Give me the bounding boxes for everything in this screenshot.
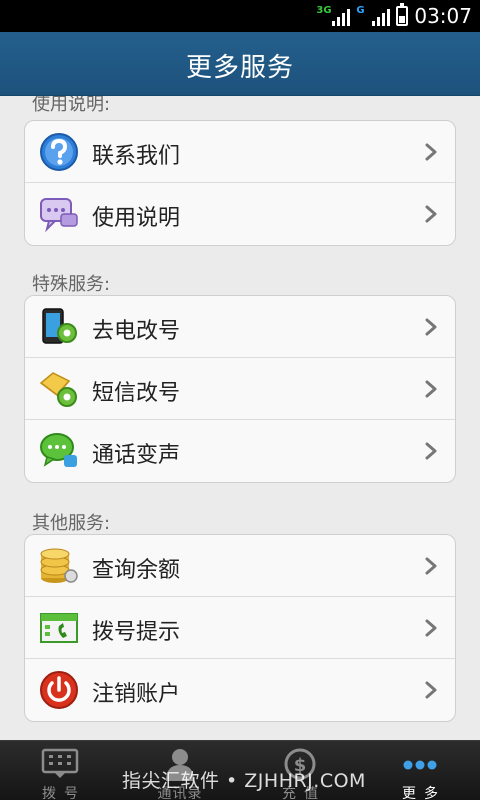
signal-3g-icon: 3G bbox=[316, 5, 351, 27]
section-card: 去电改号 短信改号 通话变声 bbox=[24, 295, 456, 483]
help-question-icon bbox=[40, 133, 78, 171]
chevron-right-icon bbox=[425, 380, 437, 398]
signal-g-icon: G bbox=[356, 5, 391, 27]
dialpad-icon bbox=[41, 748, 79, 778]
menu-item-label: 短信改号 bbox=[92, 381, 181, 406]
menu-item-voice-changer[interactable]: 通话变声 bbox=[25, 420, 455, 482]
envelope-gear-icon bbox=[39, 372, 77, 407]
watermark-text: 指尖汇软件 • ZJHHRJ.COM bbox=[122, 770, 366, 792]
menu-item-contact-us[interactable]: 联系我们 bbox=[25, 121, 455, 183]
tab-label: 更多 bbox=[402, 786, 446, 800]
battery-icon bbox=[396, 3, 409, 26]
chevron-right-icon bbox=[425, 143, 437, 161]
menu-item-label: 注销账户 bbox=[92, 682, 181, 707]
menu-item-check-balance[interactable]: 查询余额 bbox=[25, 535, 455, 597]
chevron-right-icon bbox=[425, 557, 437, 575]
coins-icon bbox=[40, 548, 78, 583]
menu-item-label: 拨号提示 bbox=[92, 620, 181, 645]
section-title: 特殊服务: bbox=[32, 274, 111, 295]
menu-item-label: 去电改号 bbox=[92, 319, 181, 344]
menu-item-dial-prompt[interactable]: 拨号提示 bbox=[25, 597, 455, 659]
chevron-right-icon bbox=[425, 205, 437, 223]
menu-item-label: 通话变声 bbox=[92, 443, 181, 468]
menu-item-caller-id-change[interactable]: 去电改号 bbox=[25, 296, 455, 358]
network-type-label: G bbox=[356, 5, 365, 16]
section-card: 联系我们 使用说明 bbox=[24, 120, 456, 246]
menu-item-logout-account[interactable]: 注销账户 bbox=[25, 659, 455, 721]
menu-item-label: 查询余额 bbox=[92, 558, 181, 583]
section-card: 查询余额 拨号提示 注销账户 bbox=[24, 534, 456, 722]
chevron-right-icon bbox=[425, 318, 437, 336]
chevron-right-icon bbox=[425, 442, 437, 460]
section-title: 使用说明: bbox=[32, 96, 111, 115]
tab-dial[interactable]: 拨号 bbox=[0, 741, 120, 800]
menu-item-label: 联系我们 bbox=[92, 144, 181, 169]
more-dots-icon bbox=[403, 760, 437, 770]
voice-chat-icon bbox=[40, 433, 77, 467]
status-bar: 3G G 03:07 bbox=[0, 0, 480, 32]
menu-item-label: 使用说明 bbox=[92, 206, 181, 231]
tab-label: 拨号 bbox=[42, 786, 86, 800]
chat-bubbles-icon bbox=[40, 198, 78, 233]
power-icon bbox=[40, 671, 78, 709]
chevron-right-icon bbox=[425, 681, 437, 699]
network-type-label: 3G bbox=[316, 5, 332, 16]
phone-gear-icon bbox=[42, 308, 77, 344]
page-title: 更多服务 bbox=[185, 53, 294, 83]
chevron-right-icon bbox=[425, 619, 437, 637]
menu-item-sms-number-change[interactable]: 短信改号 bbox=[25, 358, 455, 420]
services-list[interactable]: 使用说明: 联系我们 使用说明 特殊服务: 去电改号 短信改号 通话变声 其他服… bbox=[0, 96, 480, 740]
section-title: 其他服务: bbox=[32, 513, 111, 534]
dial-calendar-icon bbox=[40, 613, 78, 643]
header-bar: 更多服务 bbox=[0, 32, 480, 96]
status-time: 03:07 bbox=[414, 4, 472, 28]
tab-more[interactable]: 更多 bbox=[360, 741, 480, 800]
menu-item-instructions[interactable]: 使用说明 bbox=[25, 183, 455, 245]
